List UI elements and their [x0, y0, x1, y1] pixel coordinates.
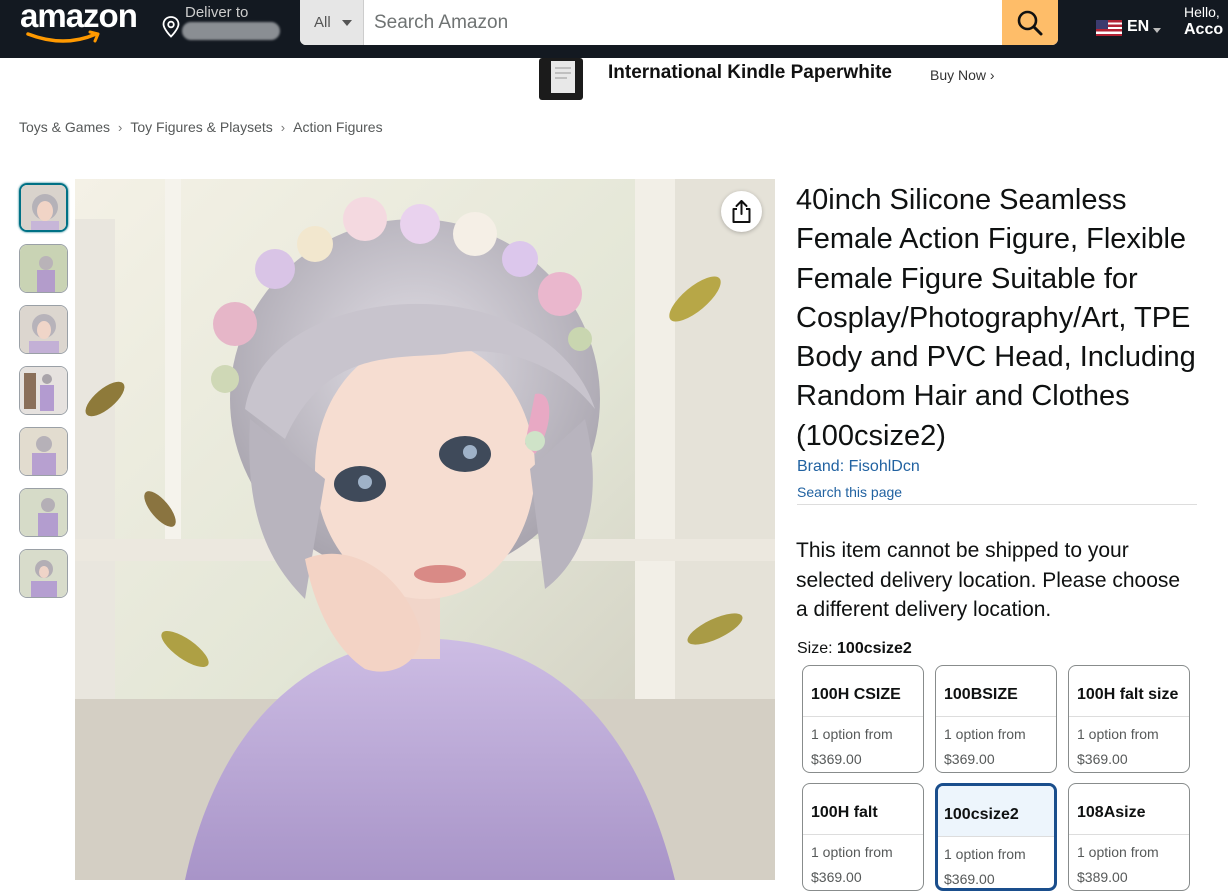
thumbnail-list: [19, 183, 70, 610]
size-option-price: $369.00: [944, 751, 995, 767]
size-label-text: Size:: [797, 640, 833, 657]
breadcrumb-item[interactable]: Toys & Games: [19, 119, 110, 135]
size-option-desc: 1 option from: [944, 726, 1026, 742]
size-option[interactable]: 108Asize 1 option from $389.00: [1068, 783, 1190, 891]
size-option-desc: 1 option from: [1077, 844, 1159, 860]
chevron-down-icon: [1153, 28, 1161, 33]
product-thumbnail[interactable]: [19, 427, 68, 476]
deliver-to-location[interactable]: Deliver to: [162, 2, 287, 46]
search-icon: [1017, 10, 1043, 36]
brand-link[interactable]: Brand: FisohlDcn: [797, 458, 920, 476]
size-selected-value: 100csize2: [837, 640, 912, 657]
size-option-price: $369.00: [944, 871, 995, 887]
top-nav-bar: amazon Deliver to All EN He: [0, 0, 1228, 58]
amazon-logo[interactable]: amazon: [18, 0, 143, 52]
kindle-banner-ad[interactable]: International Kindle Paperwhite Buy Now …: [0, 58, 1228, 104]
kindle-device-image: [539, 58, 583, 100]
share-button[interactable]: [721, 191, 762, 232]
language-label: EN: [1127, 18, 1150, 35]
banner-buy-now-link[interactable]: Buy Now ›: [930, 67, 995, 83]
search-bar: All: [300, 0, 1058, 45]
size-option[interactable]: 100H falt size 1 option from $369.00: [1068, 665, 1190, 773]
account-menu[interactable]: Hello, Acco: [1184, 4, 1223, 40]
product-thumbnail[interactable]: [19, 244, 68, 293]
breadcrumb-item[interactable]: Toy Figures & Playsets: [130, 119, 272, 135]
breadcrumb-item[interactable]: Action Figures: [293, 119, 382, 135]
size-option-price: $369.00: [811, 869, 862, 885]
logo-smile-icon: [26, 30, 100, 43]
size-option-desc: 1 option from: [811, 726, 893, 742]
size-option[interactable]: 100H falt 1 option from $369.00: [802, 783, 924, 891]
size-option[interactable]: 100BSIZE 1 option from $369.00: [935, 665, 1057, 773]
product-thumbnail[interactable]: [19, 183, 68, 232]
product-thumbnail[interactable]: [19, 488, 68, 537]
size-option-desc: 1 option from: [944, 846, 1026, 862]
chevron-down-icon: [342, 20, 352, 26]
product-thumbnail[interactable]: [19, 305, 68, 354]
banner-title: International Kindle Paperwhite: [608, 62, 892, 83]
size-label: Size: 100csize2: [797, 640, 912, 658]
us-flag-icon: [1096, 20, 1122, 36]
size-option-name: 100H CSIZE: [803, 666, 923, 717]
size-option-desc: 1 option from: [1077, 726, 1159, 742]
account-greeting: Hello,: [1184, 4, 1220, 20]
product-photo: [75, 179, 775, 880]
blurred-location-text: [182, 22, 280, 40]
size-option-price: $369.00: [811, 751, 862, 767]
account-label: Acco: [1184, 21, 1224, 38]
breadcrumb: Toys & Games › Toy Figures & Playsets › …: [19, 119, 383, 135]
main-product-image[interactable]: [75, 179, 775, 880]
divider: [797, 504, 1197, 505]
breadcrumb-separator-icon: ›: [118, 119, 123, 135]
shipping-unavailable-message: This item cannot be shipped to your sele…: [796, 539, 1181, 621]
product-thumbnail[interactable]: [19, 366, 68, 415]
product-thumbnail[interactable]: [19, 549, 68, 598]
size-option-name: 100H falt: [803, 784, 923, 835]
size-option-name: 100BSIZE: [936, 666, 1056, 717]
size-option[interactable]: 100H CSIZE 1 option from $369.00: [802, 665, 924, 773]
deliver-to-label: Deliver to: [185, 4, 249, 21]
size-option-price: $369.00: [1077, 751, 1128, 767]
size-option-price: $389.00: [1077, 869, 1128, 885]
product-title: 40inch Silicone Seamless Female Action F…: [796, 184, 1196, 452]
location-pin-icon: [162, 16, 180, 38]
size-option-desc: 1 option from: [811, 844, 893, 860]
breadcrumb-separator-icon: ›: [280, 119, 286, 135]
size-option-selected[interactable]: 100csize2 1 option from $369.00: [935, 783, 1057, 891]
size-option-name: 100csize2: [938, 786, 1054, 837]
search-button[interactable]: [1002, 0, 1058, 45]
size-option-name: 108Asize: [1069, 784, 1189, 835]
search-category-dropdown[interactable]: All: [300, 0, 364, 45]
size-option-name: 100H falt size: [1069, 666, 1189, 717]
search-this-page-link[interactable]: Search this page: [797, 484, 902, 500]
search-input[interactable]: [364, 0, 1002, 45]
share-icon: [732, 200, 751, 223]
language-selector[interactable]: EN: [1096, 17, 1166, 41]
search-category-label: All: [314, 14, 331, 31]
